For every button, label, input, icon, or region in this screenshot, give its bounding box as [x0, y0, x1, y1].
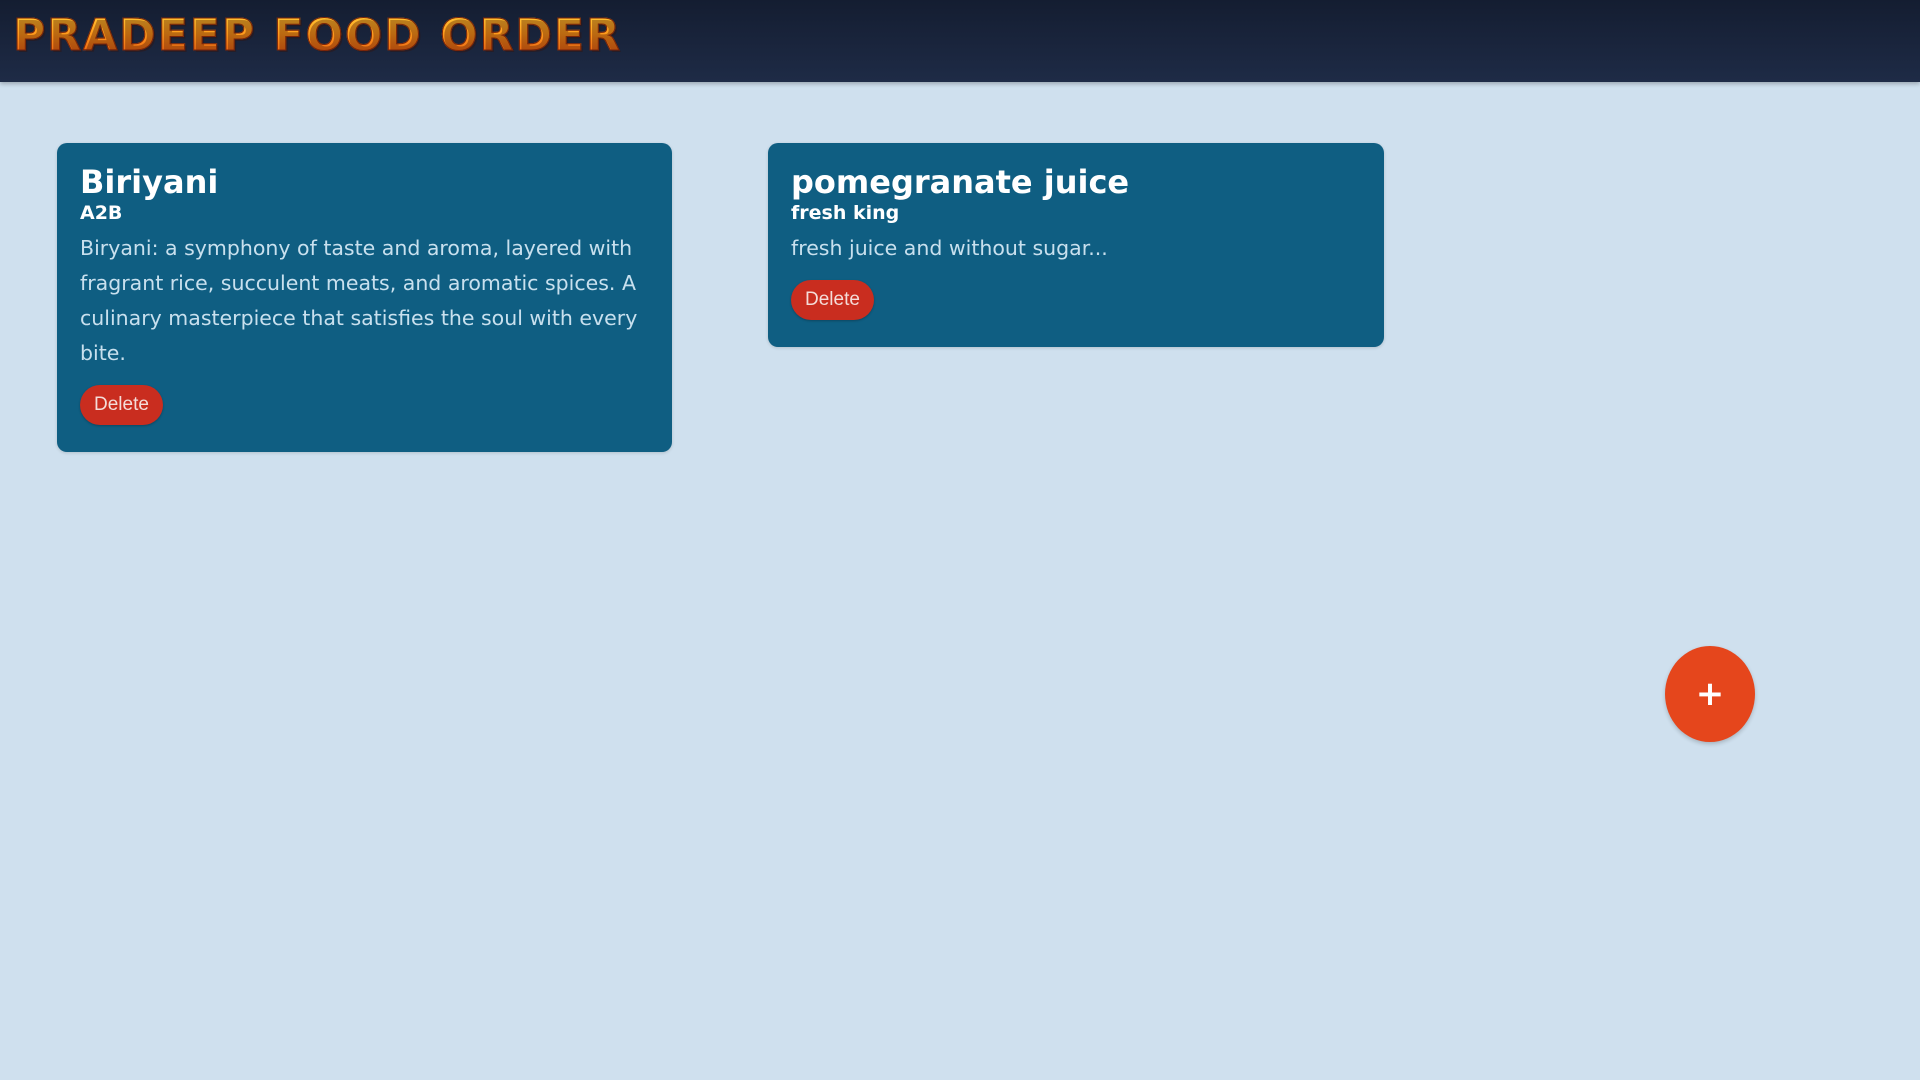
food-name: Biriyani: [80, 163, 219, 201]
delete-button[interactable]: Delete: [791, 280, 874, 320]
food-description: fresh juice and without sugar...: [791, 236, 1108, 260]
app-header: PRADEEP FOOD ORDER: [0, 0, 1920, 82]
food-card: pomegranate juice fresh king fresh juice…: [768, 143, 1384, 347]
food-description: Biryani: a symphony of taste and aroma, …: [80, 236, 638, 365]
plus-icon: +: [1695, 674, 1725, 714]
app-title: PRADEEP FOOD ORDER: [13, 10, 622, 62]
food-name: pomegranate juice: [791, 163, 1130, 201]
delete-button[interactable]: Delete: [80, 385, 163, 425]
restaurant-name: fresh king: [791, 202, 900, 224]
food-card: Biriyani A2B Biryani: a symphony of tast…: [57, 143, 672, 452]
add-food-button[interactable]: +: [1665, 646, 1755, 742]
restaurant-name: A2B: [80, 202, 123, 224]
